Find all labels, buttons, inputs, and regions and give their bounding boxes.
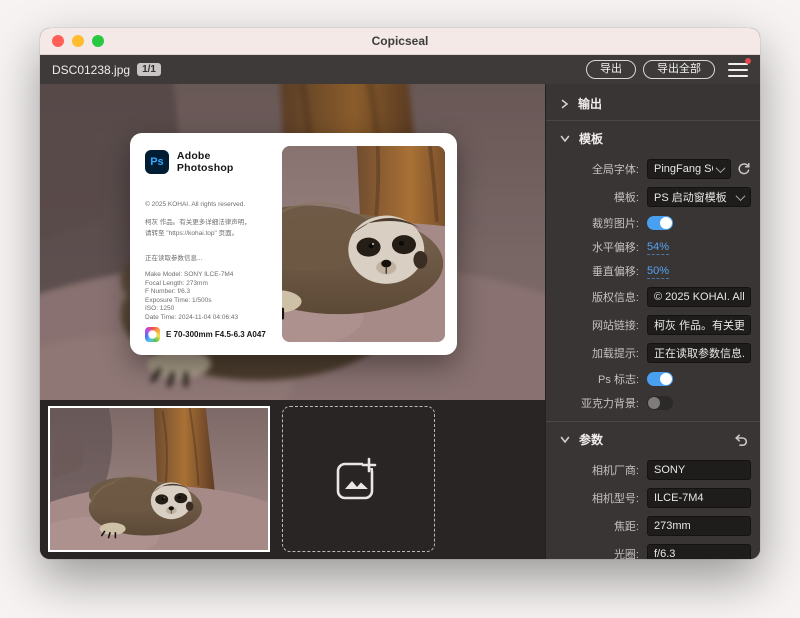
ps-logo-label: Ps 标志: bbox=[546, 371, 647, 387]
copyright-label: 版权信息: bbox=[546, 289, 647, 305]
add-image-dropzone[interactable] bbox=[282, 406, 435, 552]
crop-image-toggle[interactable] bbox=[647, 216, 673, 230]
preview-canvas: Ps Adobe Photoshop © 2025 KOHAI. All rig… bbox=[40, 84, 545, 400]
exif-line: ISO: 1250 bbox=[145, 305, 270, 314]
template-select[interactable]: PS 启动窗模板 bbox=[647, 187, 751, 207]
chevron-down-icon bbox=[736, 191, 746, 201]
chevron-down-icon bbox=[560, 134, 570, 143]
camera-model-label: 相机型号: bbox=[546, 490, 647, 506]
camera-make-input[interactable] bbox=[647, 460, 751, 480]
vertical-offset-value[interactable]: 50% bbox=[647, 264, 669, 279]
watermark-card: Ps Adobe Photoshop © 2025 KOHAI. All rig… bbox=[130, 133, 457, 355]
focal-length-input[interactable] bbox=[647, 516, 751, 536]
card-app-title: Adobe Photoshop bbox=[177, 150, 270, 174]
chevron-down-icon bbox=[716, 163, 726, 173]
image-counter-badge: 1/1 bbox=[137, 63, 161, 76]
camera-make-label: 相机厂商: bbox=[546, 462, 647, 478]
template-label: 模板: bbox=[546, 189, 647, 205]
focal-length-label: 焦距: bbox=[546, 518, 647, 534]
loading-hint-input[interactable] bbox=[647, 343, 751, 363]
left-pane: Ps Adobe Photoshop © 2025 KOHAI. All rig… bbox=[40, 84, 545, 559]
titlebar: Copicseal bbox=[40, 28, 760, 55]
card-exif-list: Make Model: SONY ILCE-7M4 Focal Length: … bbox=[145, 271, 270, 323]
exif-line: Date Time: 2024-11-04 04:06:43 bbox=[145, 314, 270, 323]
minimize-window-button[interactable] bbox=[72, 35, 84, 47]
export-all-button[interactable]: 导出全部 bbox=[643, 60, 715, 79]
close-window-button[interactable] bbox=[52, 35, 64, 47]
app-window: Copicseal DSC01238.jpg 1/1 导出 导出全部 bbox=[40, 28, 760, 559]
add-image-icon bbox=[333, 455, 385, 503]
horizontal-offset-label: 水平偏移: bbox=[546, 239, 647, 255]
reset-params-button[interactable] bbox=[733, 433, 748, 446]
refresh-fonts-button[interactable] bbox=[737, 162, 751, 176]
photoshop-logo-icon: Ps bbox=[145, 150, 169, 174]
section-header-params[interactable]: 参数 bbox=[546, 422, 760, 456]
exif-line: Make Model: SONY ILCE-7M4 bbox=[145, 271, 270, 280]
notification-dot bbox=[745, 58, 751, 64]
section-header-template[interactable]: 模板 bbox=[546, 121, 760, 155]
global-font-select[interactable]: PingFang SC bbox=[647, 159, 731, 179]
exif-line: F Number: f/6.3 bbox=[145, 288, 270, 297]
loading-hint-label: 加载提示: bbox=[546, 345, 647, 361]
zoom-window-button[interactable] bbox=[92, 35, 104, 47]
lens-color-icon bbox=[145, 327, 160, 342]
chevron-down-icon bbox=[560, 435, 570, 444]
traffic-lights bbox=[52, 35, 104, 47]
section-header-output[interactable]: 输出 bbox=[546, 86, 760, 120]
crop-image-label: 裁剪图片: bbox=[546, 215, 647, 231]
chevron-right-icon bbox=[560, 99, 569, 109]
website-label: 网站链接: bbox=[546, 317, 647, 333]
acrylic-bg-toggle[interactable] bbox=[647, 396, 673, 410]
website-input[interactable] bbox=[647, 315, 751, 335]
thumbnail-strip bbox=[40, 400, 545, 559]
current-filename: DSC01238.jpg bbox=[52, 63, 130, 77]
settings-sidebar: 输出 模板 全局字体: PingFang SC 模板 bbox=[545, 84, 760, 559]
acrylic-bg-label: 亚克力背景: bbox=[546, 395, 647, 411]
exif-line: Focal Length: 273mm bbox=[145, 280, 270, 289]
global-font-label: 全局字体: bbox=[546, 161, 647, 177]
horizontal-offset-value[interactable]: 54% bbox=[647, 240, 669, 255]
export-button[interactable]: 导出 bbox=[586, 60, 636, 79]
card-photo bbox=[282, 146, 445, 342]
menu-button[interactable] bbox=[728, 62, 748, 78]
thumbnail-selected[interactable] bbox=[48, 406, 270, 552]
card-loading-text: 正在读取参数信息... bbox=[145, 252, 270, 262]
card-legal-text: 柯灰 作品。有关更多详细法律声明， 请转至 "https://kohai.top… bbox=[145, 217, 270, 239]
aperture-input[interactable] bbox=[647, 544, 751, 559]
card-lens-label: E 70-300mm F4.5-6.3 A047 bbox=[166, 330, 266, 339]
exif-line: Exposure Time: 1/500s bbox=[145, 297, 270, 306]
window-title: Copicseal bbox=[372, 34, 429, 48]
vertical-offset-label: 垂直偏移: bbox=[546, 263, 647, 279]
card-copyright: © 2025 KOHAI. All rights reserved. bbox=[145, 201, 270, 208]
copyright-input[interactable] bbox=[647, 287, 751, 307]
toolbar: DSC01238.jpg 1/1 导出 导出全部 bbox=[40, 55, 760, 84]
camera-model-input[interactable] bbox=[647, 488, 751, 508]
ps-logo-toggle[interactable] bbox=[647, 372, 673, 386]
aperture-label: 光圈: bbox=[546, 546, 647, 559]
